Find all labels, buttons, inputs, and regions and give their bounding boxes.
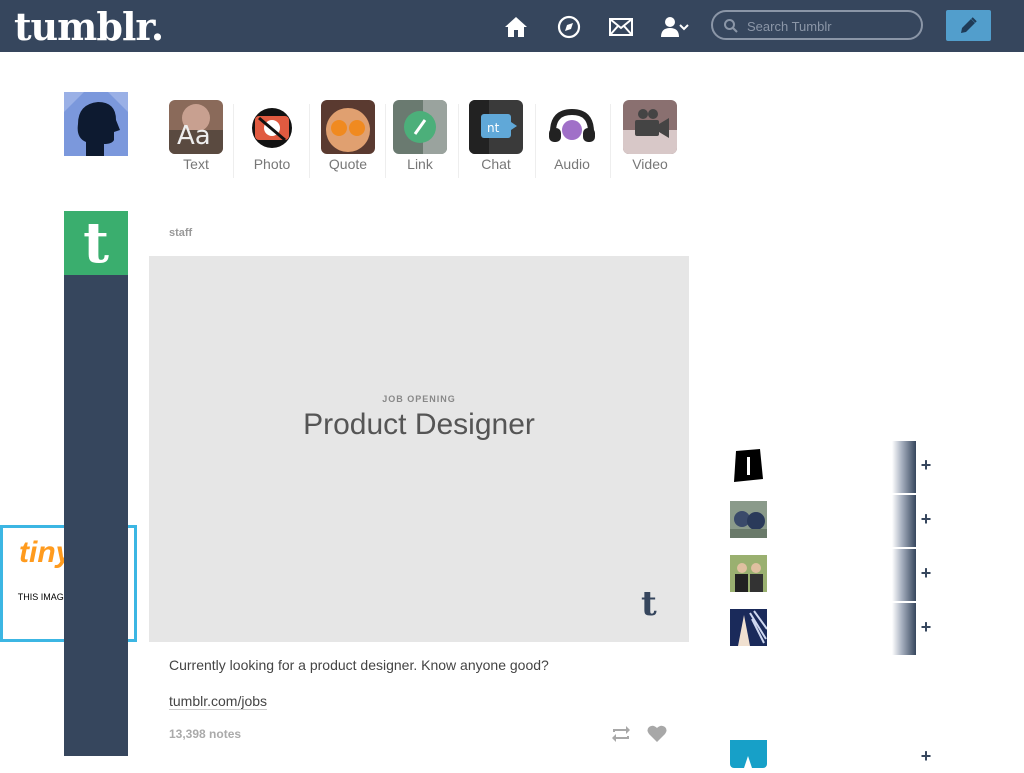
- blog-name-fade: [892, 441, 916, 493]
- post-type-quote[interactable]: Quote: [316, 100, 376, 180]
- search-icon: [724, 19, 738, 33]
- compose-icon: [961, 17, 977, 33]
- post-link[interactable]: tumblr.com/jobs: [169, 693, 268, 710]
- post-author[interactable]: staff: [169, 227, 192, 239]
- explore-icon[interactable]: [556, 14, 582, 40]
- tumblr-mark-icon: t: [641, 584, 657, 624]
- home-icon[interactable]: [503, 14, 529, 40]
- quote-icon: [321, 100, 375, 154]
- photo-icon: [245, 100, 299, 154]
- reblog-icon[interactable]: [610, 723, 632, 745]
- blog-name-fade: [892, 495, 916, 547]
- post-type-audio[interactable]: Audio: [540, 100, 600, 180]
- divider: [233, 104, 234, 178]
- link-icon: [393, 100, 447, 154]
- follow-button[interactable]: +: [918, 455, 934, 475]
- recommended-blog-avatar[interactable]: [730, 447, 767, 484]
- top-navigation-bar: tumblr.: [0, 0, 1024, 52]
- post-type-label: Video: [632, 156, 668, 172]
- compose-button[interactable]: [946, 10, 991, 41]
- post-type-label: Photo: [253, 156, 291, 172]
- divider: [385, 104, 386, 178]
- svg-text:Aa: Aa: [177, 121, 211, 151]
- divider: [309, 104, 310, 178]
- follow-button[interactable]: +: [918, 617, 934, 637]
- video-icon: [623, 100, 677, 154]
- post-notes-count[interactable]: 13,398 notes: [169, 727, 241, 741]
- tumblr-logo[interactable]: tumblr.: [14, 4, 164, 49]
- recommended-blog-avatar[interactable]: [730, 609, 767, 646]
- post-type-label: Audio: [554, 156, 590, 172]
- divider: [458, 104, 459, 178]
- divider: [535, 104, 536, 178]
- post-type-chat[interactable]: nt Chat: [464, 100, 524, 180]
- inbox-icon[interactable]: [608, 14, 634, 40]
- image-headline: Product Designer: [303, 408, 535, 441]
- post-image[interactable]: JOB OPENING Product Designer t: [149, 256, 689, 642]
- follow-button[interactable]: +: [918, 746, 934, 766]
- post-type-label: Text: [183, 156, 209, 172]
- recommended-blog-item[interactable]: +: [730, 495, 931, 549]
- divider: [610, 104, 611, 178]
- recommended-blog-item[interactable]: +: [730, 549, 931, 603]
- blog-avatar[interactable]: t: [64, 211, 128, 275]
- svg-text:nt: nt: [487, 121, 500, 135]
- text-icon: Aa: [169, 100, 223, 154]
- blog-name-fade: [892, 603, 916, 655]
- recommended-blog-avatar[interactable]: [730, 555, 767, 592]
- follow-button[interactable]: +: [918, 563, 934, 583]
- heart-icon[interactable]: [646, 723, 668, 745]
- post-type-video[interactable]: Video: [618, 100, 678, 180]
- user-avatar[interactable]: [64, 92, 128, 156]
- image-eyebrow: JOB OPENING: [382, 394, 456, 404]
- recommended-blog-item[interactable]: +: [730, 441, 931, 495]
- search-input[interactable]: [745, 16, 917, 36]
- blog-avatar-letter: t: [83, 210, 109, 276]
- recommended-blog-avatar[interactable]: [730, 740, 767, 768]
- post-type-link[interactable]: Link: [388, 100, 448, 180]
- post-type-text[interactable]: Aa Text: [164, 100, 224, 180]
- post-type-photo[interactable]: Photo: [240, 100, 300, 180]
- account-icon[interactable]: [660, 14, 690, 40]
- post-type-label: Quote: [328, 156, 368, 172]
- blog-column: t: [64, 211, 128, 756]
- chat-icon: nt: [469, 100, 523, 154]
- post-type-label: Link: [407, 156, 433, 172]
- post-body-text: Currently looking for a product designer…: [169, 657, 549, 673]
- blog-name-fade: [892, 549, 916, 601]
- audio-icon: [545, 100, 599, 154]
- blog-column-overlap: [64, 525, 128, 642]
- post-type-label: Chat: [481, 156, 511, 172]
- recommended-blog-item[interactable]: +: [730, 603, 931, 657]
- follow-button[interactable]: +: [918, 509, 934, 529]
- search-bar[interactable]: [711, 10, 923, 40]
- recommended-blog-avatar[interactable]: [730, 501, 767, 538]
